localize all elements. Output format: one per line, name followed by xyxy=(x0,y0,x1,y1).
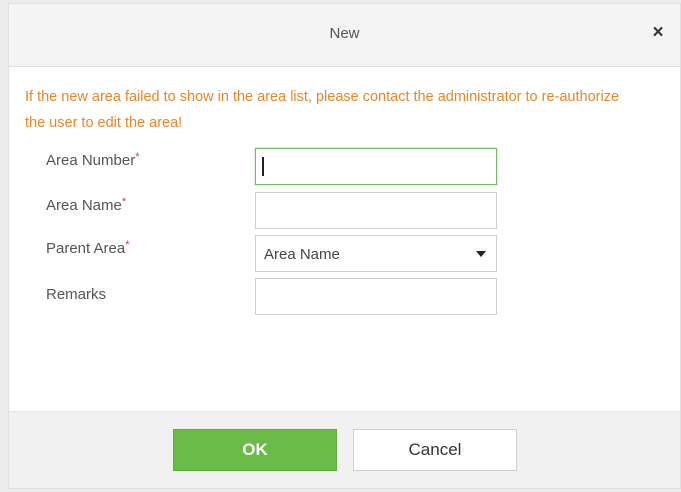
area-number-input[interactable] xyxy=(255,148,497,185)
dialog-title: New xyxy=(329,25,360,42)
remarks-label-text: Remarks xyxy=(46,286,107,303)
area-name-input[interactable] xyxy=(255,192,497,229)
dialog-titlebar: New × xyxy=(9,4,680,67)
warning-message: If the new area failed to show in the ar… xyxy=(25,89,620,131)
cancel-button[interactable]: Cancel xyxy=(353,429,517,471)
required-marker: * xyxy=(135,151,140,163)
dialog-footer: OK Cancel xyxy=(9,411,680,488)
parent-area-label: Parent Area* xyxy=(46,239,130,257)
new-area-dialog: New × If the new area failed to show in … xyxy=(8,3,681,489)
caret-down-icon xyxy=(476,251,486,257)
area-number-label: Area Number* xyxy=(46,151,140,169)
area-name-label-text: Area Name xyxy=(46,197,122,214)
ok-button[interactable]: OK xyxy=(173,429,337,471)
remarks-input[interactable] xyxy=(255,278,497,315)
text-caret xyxy=(262,157,264,176)
required-marker: * xyxy=(125,239,130,251)
parent-area-selected: Area Name xyxy=(264,246,340,263)
parent-area-label-text: Parent Area xyxy=(46,240,126,257)
area-number-label-text: Area Number xyxy=(46,152,136,169)
parent-area-select[interactable]: Area Name xyxy=(255,235,497,272)
required-marker: * xyxy=(121,196,127,208)
remarks-label: Remarks xyxy=(46,286,106,303)
area-name-label: Area Name* xyxy=(46,196,127,214)
close-icon[interactable]: × xyxy=(648,23,668,43)
